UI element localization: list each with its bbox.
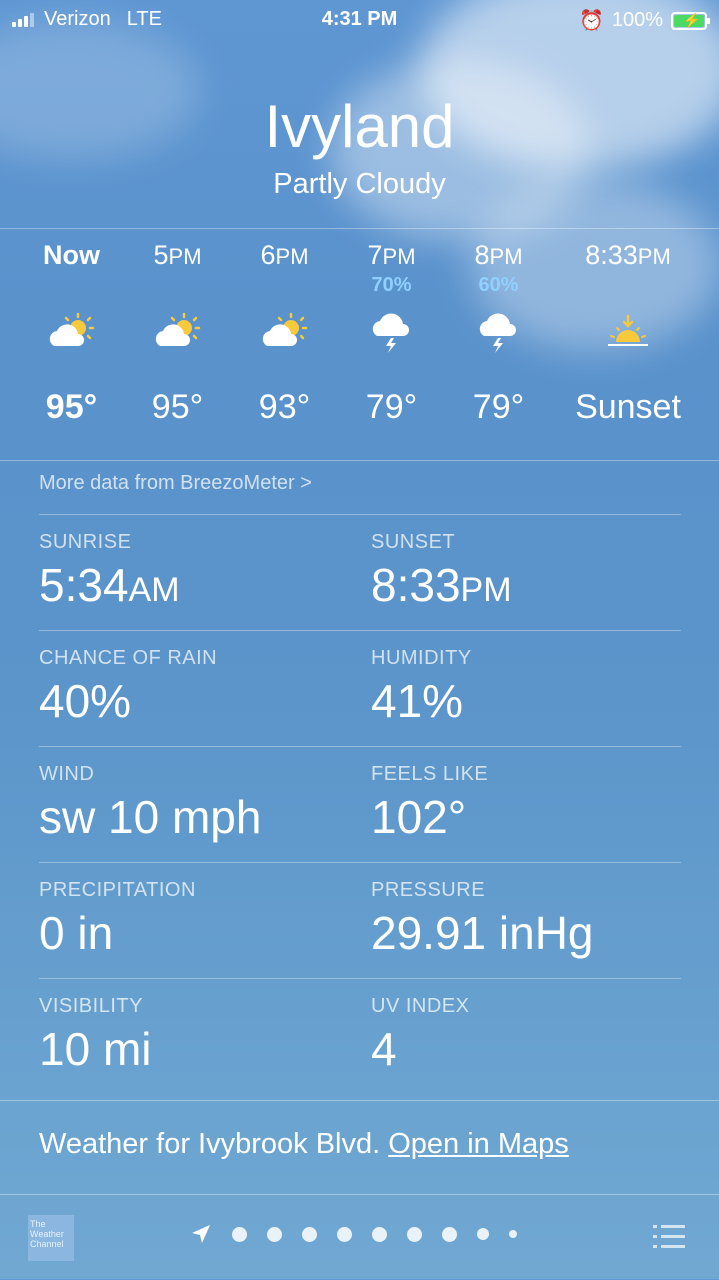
location-arrow-icon [192, 1225, 210, 1243]
battery-icon: ⚡ [671, 11, 710, 30]
hour-temp: 79° [472, 388, 525, 426]
detail-wind: WIND sw 10 mph [39, 763, 261, 844]
detail-label: HUMIDITY [371, 647, 472, 669]
detail-label: VISIBILITY [39, 995, 143, 1017]
thunderstorm-icon [338, 302, 445, 362]
detail-label: SUNSET [371, 531, 456, 553]
detail-row: VISIBILITY 10 mi UV INDEX 4 [39, 978, 681, 1094]
hour-item: 7PM 70% 79° [338, 240, 445, 427]
hour-item: Now 95° [18, 240, 125, 427]
precip-chance [18, 274, 125, 302]
hour-time: 7PM [367, 240, 416, 270]
detail-label: WIND [39, 763, 95, 785]
open-in-maps-link[interactable]: Open in Maps [388, 1128, 569, 1160]
hour-temp: 95° [45, 388, 98, 426]
page-dot[interactable] [407, 1226, 422, 1242]
detail-humidity: HUMIDITY 41% [371, 647, 472, 728]
hour-time: 6PM [260, 240, 309, 270]
detail-row: SUNRISE 5:34AM SUNSET 8:33PM [39, 514, 681, 630]
hour-time: Now [43, 240, 100, 270]
detail-value: 8:33PM [371, 559, 512, 611]
precip-chance: 70% [371, 274, 412, 296]
precip-chance [553, 274, 703, 302]
detail-label: SUNRISE [39, 531, 132, 553]
hour-item: 8PM 60% 79° [445, 240, 552, 427]
hourly-forecast[interactable]: Now 95° 5PM 95° 6PM 93° 7PM 70% 79° 8PM 60% 79° 8:33… [18, 240, 708, 450]
detail-label: FEELS LIKE [371, 763, 489, 785]
detail-value: 5:34AM [39, 559, 180, 611]
partly-cloudy-icon [124, 302, 231, 362]
page-dot[interactable] [232, 1226, 247, 1242]
detail-label: CHANCE OF RAIN [39, 647, 218, 669]
detail-value: 40% [39, 675, 132, 727]
status-bar: Verizon LTE 4:31 PM ⏰ 100% ⚡ [0, 0, 719, 40]
hour-item: 8:33PM Sunset [553, 240, 703, 427]
breezometer-link[interactable]: More data from BreezoMeter > [39, 472, 312, 495]
current-condition: Partly Cloudy [273, 168, 446, 200]
detail-row: WIND sw 10 mph FEELS LIKE 102° [39, 746, 681, 862]
page-dot[interactable] [442, 1226, 457, 1242]
detail-label: UV INDEX [371, 995, 470, 1017]
detail-value: 29.91 inHg [371, 907, 594, 959]
detail-chance-of-rain: CHANCE OF RAIN 40% [39, 647, 217, 728]
alarm-icon: ⏰ [578, 10, 604, 32]
page-dot[interactable] [509, 1230, 517, 1238]
hour-time: 8:33PM [585, 240, 671, 270]
detail-sunrise: SUNRISE 5:34AM [39, 531, 180, 612]
weather-channel-logo[interactable]: The Weather Channel [28, 1215, 74, 1261]
hour-temp: 79° [365, 388, 418, 426]
list-icon[interactable] [653, 1225, 685, 1255]
page-dot[interactable] [477, 1228, 489, 1240]
detail-precipitation: PRECIPITATION 0 in [39, 879, 196, 960]
hour-time: 5PM [153, 240, 202, 270]
hour-temp: 95° [151, 388, 204, 426]
detail-value: sw 10 mph [39, 791, 262, 843]
partly-cloudy-icon [231, 302, 338, 362]
page-dot[interactable] [372, 1226, 387, 1242]
bottom-toolbar: The Weather Channel [0, 1194, 719, 1280]
hour-item: 5PM 95° [124, 240, 231, 427]
detail-value: 4 [371, 1023, 397, 1075]
page-dot[interactable] [267, 1226, 282, 1242]
page-dot[interactable] [337, 1226, 352, 1242]
details-grid: SUNRISE 5:34AM SUNSET 8:33PM CHANCE OF RAIN 4… [39, 514, 681, 1094]
page-dot[interactable] [302, 1226, 317, 1242]
detail-label: PRESSURE [371, 879, 486, 901]
weather-for-location: Weather for Ivybrook Blvd. Open in Maps [39, 1128, 569, 1161]
detail-row: CHANCE OF RAIN 40% HUMIDITY 41% [39, 630, 681, 746]
hour-temp: Sunset [575, 388, 681, 426]
detail-label: PRECIPITATION [39, 879, 196, 901]
detail-row: PRECIPITATION 0 in PRESSURE 29.91 inHg [39, 862, 681, 978]
page-indicator[interactable] [190, 1223, 517, 1245]
battery-percent: 100% [611, 9, 663, 31]
detail-value: 41% [371, 675, 464, 727]
detail-sunset: SUNSET 8:33PM [371, 531, 512, 612]
thunderstorm-icon [445, 302, 552, 362]
precip-chance [231, 274, 338, 302]
detail-feels-like: FEELS LIKE 102° [371, 763, 488, 844]
detail-value: 102° [371, 791, 467, 843]
sunset-icon [553, 302, 703, 362]
hour-time: 8PM [474, 240, 523, 270]
detail-value: 0 in [39, 907, 114, 959]
detail-pressure: PRESSURE 29.91 inHg [371, 879, 594, 960]
weather-for-text: Weather for Ivybrook Blvd. [39, 1128, 381, 1160]
hour-item: 6PM 93° [231, 240, 338, 427]
precip-chance: 60% [478, 274, 519, 296]
detail-uv-index: UV INDEX 4 [371, 995, 469, 1076]
precip-chance [124, 274, 231, 302]
detail-value: 10 mi [39, 1023, 152, 1075]
hour-temp: 93° [258, 388, 311, 426]
city-name: Ivyland [264, 93, 455, 160]
partly-cloudy-icon [18, 302, 125, 362]
detail-visibility: VISIBILITY 10 mi [39, 995, 151, 1076]
